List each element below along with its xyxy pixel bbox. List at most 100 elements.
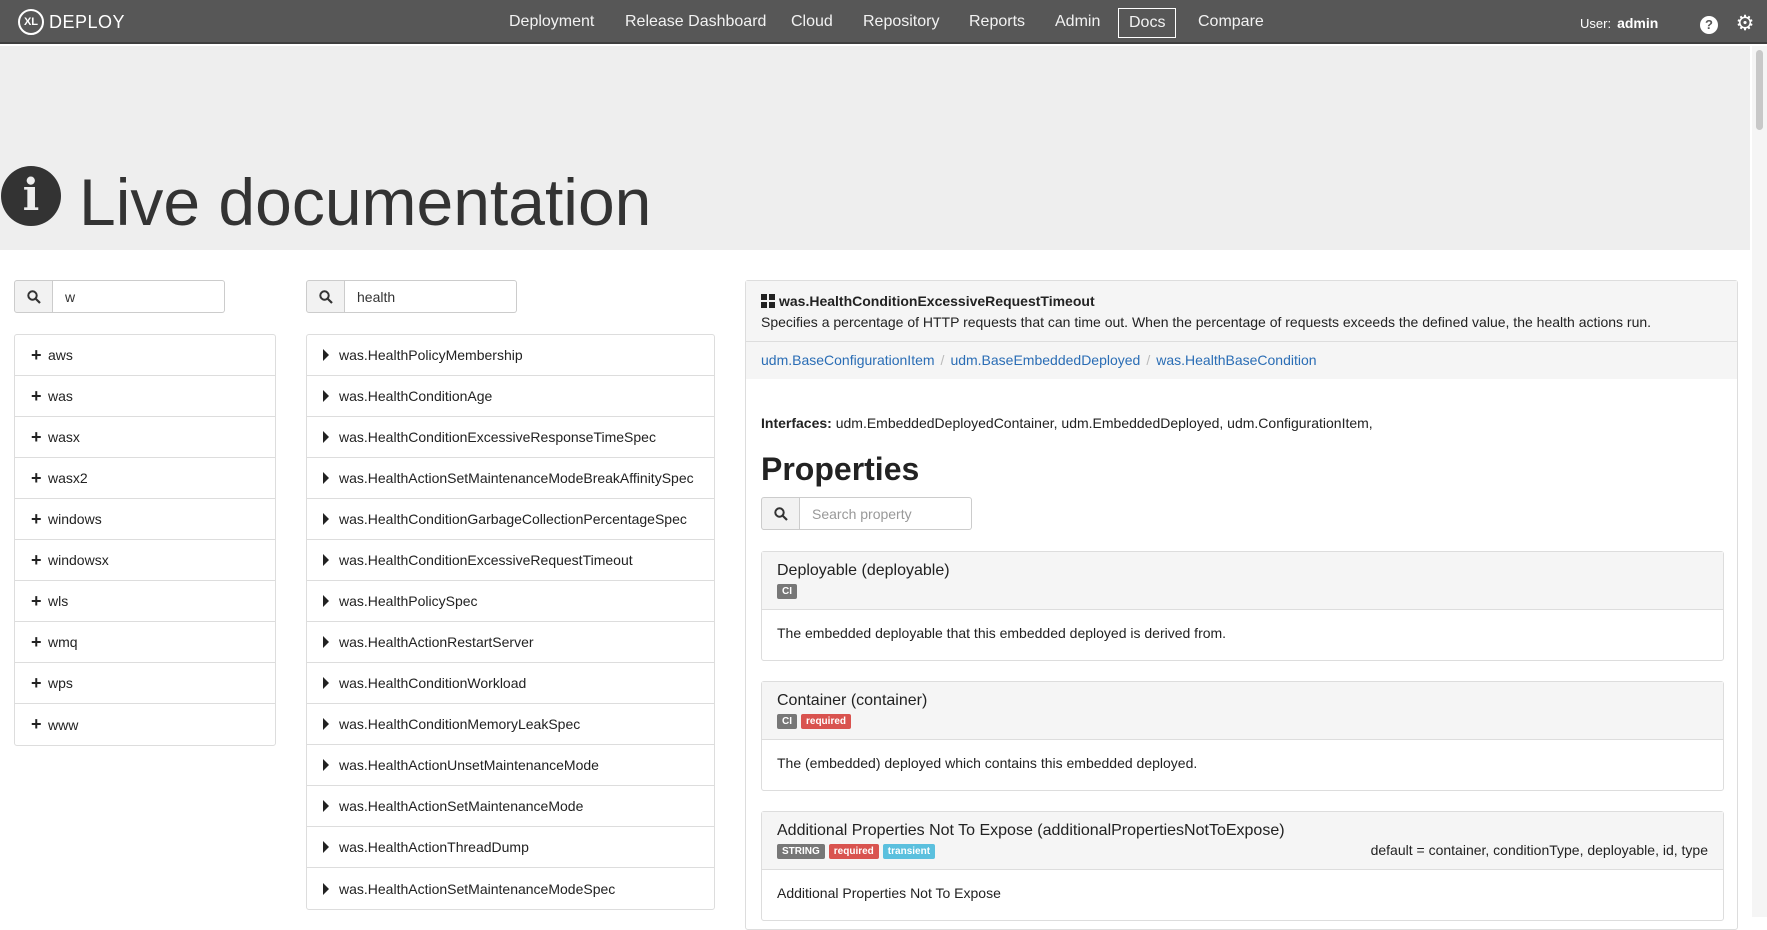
nav-docs[interactable]: Docs [1118, 8, 1177, 38]
ci-list-item[interactable]: was.HealthActionRestartServer [307, 622, 714, 663]
ci-list-item[interactable]: was.HealthActionSetMaintenanceMode [307, 786, 714, 827]
ci-list-item[interactable]: was.HealthActionThreadDump [307, 827, 714, 868]
type-list-label: windows [48, 511, 102, 527]
plus-icon: + [31, 508, 42, 529]
ci-title: was.HealthConditionExcessiveRequestTimeo… [761, 293, 1722, 309]
properties-title: Properties [761, 451, 920, 487]
interfaces-value: udm.EmbeddedDeployedContainer, udm.Embed… [835, 415, 1373, 431]
caret-right-icon [323, 882, 329, 895]
caret-right-icon [323, 431, 329, 443]
breadcrumb-link[interactable]: was.HealthBaseCondition [1156, 352, 1316, 368]
ci-list-label: was.HealthConditionMemoryLeakSpec [339, 716, 581, 732]
type-search-input[interactable] [53, 280, 225, 313]
property-card: Container (container) CI required The (embe… [761, 681, 1724, 791]
nav-cloud[interactable]: Cloud [791, 10, 833, 38]
caret-right-icon [323, 390, 329, 402]
question-icon[interactable]: ? [1700, 16, 1718, 34]
caret-right-icon [323, 513, 329, 525]
search-icon[interactable] [14, 280, 53, 313]
plus-icon: + [31, 590, 42, 611]
nav-admin[interactable]: Admin [1055, 10, 1100, 38]
breadcrumb-link[interactable]: udm.BaseConfigurationItem [761, 352, 935, 368]
ci-list-item[interactable]: was.HealthConditionExcessiveRequestTimeo… [307, 540, 714, 581]
type-list-item[interactable]: + wmq [15, 622, 275, 663]
ci-list-item[interactable]: was.HealthActionUnsetMaintenanceMode [307, 745, 714, 786]
breadcrumb: udm.BaseConfigurationItem / udm.BaseEmbedd… [746, 342, 1737, 379]
page-scrollbar[interactable] [1752, 46, 1767, 917]
top-navbar: XL DEPLOY Deployment Release Dashboard C… [0, 0, 1767, 44]
type-search-group [14, 280, 225, 313]
type-list-item[interactable]: + wps [15, 663, 275, 704]
plus-icon: + [31, 467, 42, 488]
search-icon[interactable] [306, 280, 345, 313]
ci-list-item[interactable]: was.HealthConditionExcessiveResponseTime… [307, 417, 714, 458]
property-badge: transient [882, 844, 936, 859]
property-badge: CI [777, 714, 797, 729]
type-list-item[interactable]: + windows [15, 499, 275, 540]
plus-icon: + [31, 672, 42, 693]
ci-list-label: was.HealthConditionExcessiveResponseTime… [339, 429, 656, 445]
nav-reports[interactable]: Reports [969, 10, 1025, 38]
xl-logo-mark: XL [18, 9, 44, 35]
scrollbar-thumb[interactable] [1756, 50, 1763, 130]
type-list-item[interactable]: + wasx2 [15, 458, 275, 499]
nav-deployment[interactable]: Deployment [509, 10, 594, 38]
property-search-group [761, 497, 972, 530]
type-list-label: www [48, 716, 79, 733]
property-badge: required [801, 714, 852, 729]
page-title: Live documentation [79, 165, 652, 239]
nav-repository[interactable]: Repository [863, 10, 939, 38]
ci-search-group [306, 280, 517, 313]
type-list-item[interactable]: + wasx [15, 417, 275, 458]
user-info[interactable]: User: admin [1580, 15, 1658, 31]
gear-icon[interactable]: ⚙ [1734, 13, 1756, 35]
nav-release-dashboard[interactable]: Release Dashboard [625, 10, 766, 38]
property-name: Additional Properties Not To Expose (add… [777, 822, 1285, 839]
type-list-label: was [48, 388, 73, 404]
plus-icon: + [31, 714, 42, 734]
ci-list-label: was.HealthConditionWorkload [339, 675, 527, 691]
ci-list-label: was.HealthActionRestartServer [339, 634, 534, 650]
type-list-item[interactable]: + windowsx [15, 540, 275, 581]
ci-list-item[interactable]: was.HealthConditionAge [307, 376, 714, 417]
property-default: default = container, conditionType, depl… [1370, 842, 1708, 858]
ci-list-item[interactable]: was.HealthConditionGarbageCollectionPerc… [307, 499, 714, 540]
interfaces-label: Interfaces: [761, 415, 832, 431]
property-description: Additional Properties Not To Expose [777, 885, 1001, 901]
type-list-label: wls [48, 593, 69, 609]
ci-list-item[interactable]: was.HealthActionSetMaintenanceModeBreakA… [307, 458, 714, 499]
user-name: admin [1617, 15, 1659, 31]
property-badge: STRING [777, 844, 825, 859]
ci-list-item[interactable]: was.HealthPolicySpec [307, 581, 714, 622]
ci-list-label: was.HealthConditionExcessiveRequestTimeo… [339, 552, 633, 568]
property-header: Container (container) CI required [762, 682, 1723, 740]
ci-list-item[interactable]: was.HealthConditionMemoryLeakSpec [307, 704, 714, 745]
plus-icon: + [31, 631, 42, 652]
search-icon[interactable] [761, 497, 800, 530]
ci-list-label: was.HealthConditionAge [339, 388, 493, 404]
caret-right-icon [323, 677, 329, 689]
caret-right-icon [323, 595, 329, 607]
grid-icon [761, 294, 775, 308]
type-list-label: wps [48, 675, 73, 691]
type-list-item[interactable]: + was [15, 376, 275, 417]
ci-list-item[interactable]: was.HealthConditionWorkload [307, 663, 714, 704]
ci-list-label: was.HealthPolicyMembership [339, 347, 523, 363]
ci-list-item[interactable]: was.HealthPolicyMembership [307, 335, 714, 376]
ci-list-label: was.HealthActionUnsetMaintenanceMode [339, 757, 599, 773]
nav-compare[interactable]: Compare [1198, 10, 1264, 38]
type-list-item[interactable]: + aws [15, 335, 275, 376]
ci-list-label: was.HealthActionSetMaintenanceModeSpec [339, 880, 616, 897]
ci-list-item[interactable]: was.HealthActionSetMaintenanceModeSpec [307, 868, 714, 909]
caret-right-icon [323, 349, 329, 361]
xl-deploy-logo[interactable]: XL DEPLOY [18, 9, 125, 35]
type-list-label: wasx2 [48, 470, 88, 486]
property-search-input[interactable] [800, 497, 972, 530]
type-list-item[interactable]: + wls [15, 581, 275, 622]
ci-list: was.HealthPolicyMembership was.HealthCond… [306, 334, 715, 910]
property-header: Additional Properties Not To Expose (add… [762, 812, 1723, 870]
type-list-item[interactable]: + www [15, 704, 275, 745]
ci-search-input[interactable] [345, 280, 517, 313]
plus-icon: + [31, 549, 42, 570]
breadcrumb-link[interactable]: udm.BaseEmbeddedDeployed [950, 352, 1140, 368]
